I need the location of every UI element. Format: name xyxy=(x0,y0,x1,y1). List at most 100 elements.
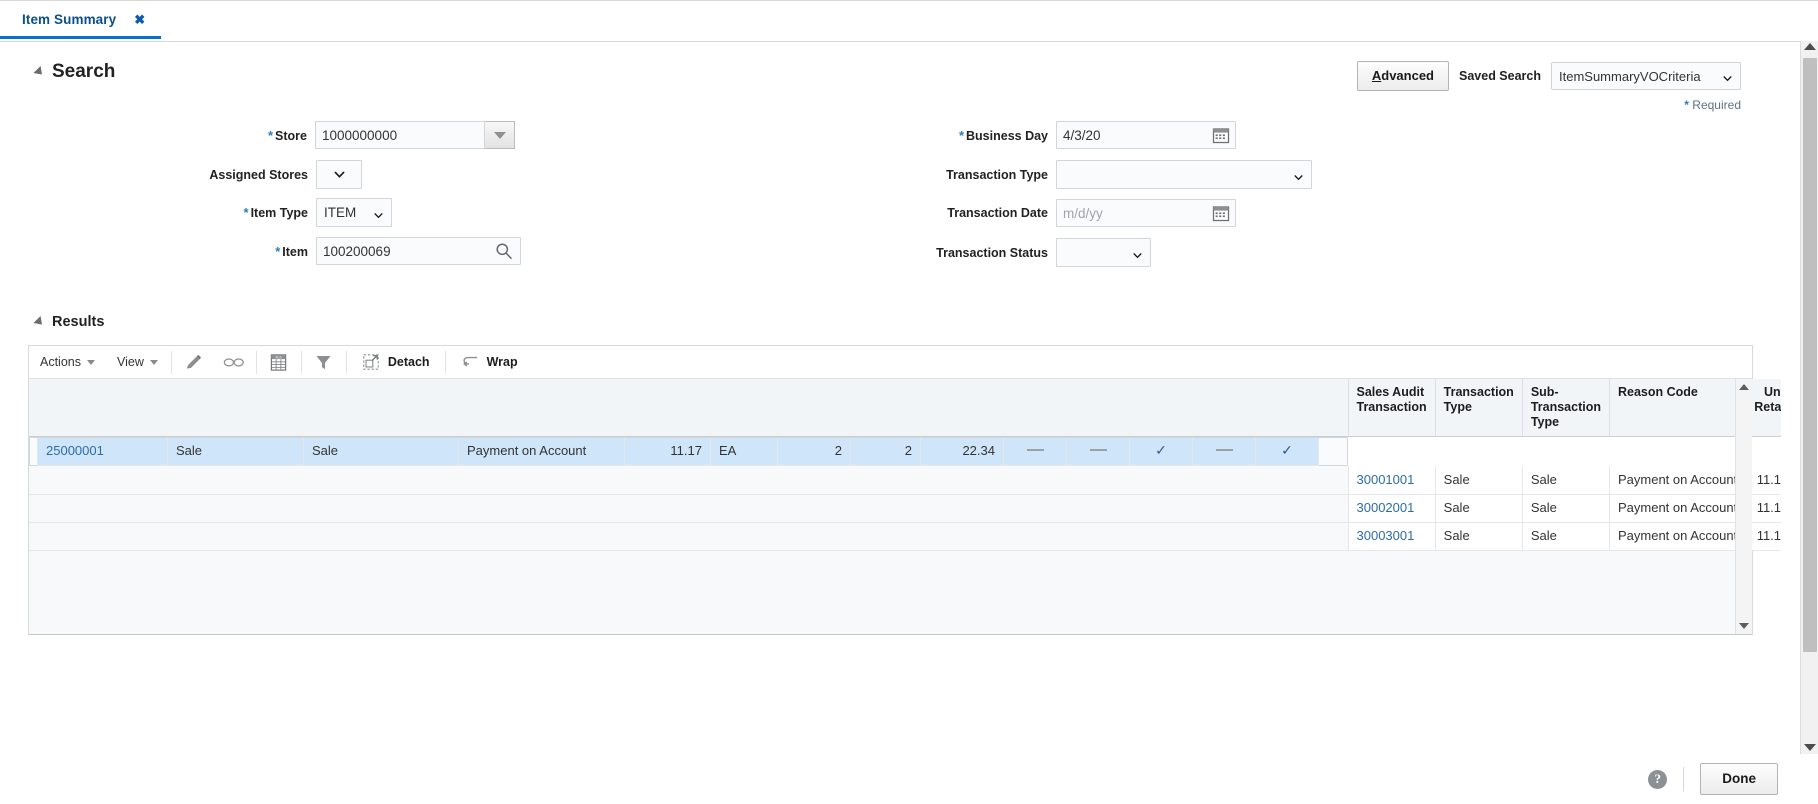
transaction-link-label[interactable]: 25000001 xyxy=(46,443,104,458)
required-asterisk-icon: * xyxy=(243,205,249,220)
search-icon[interactable] xyxy=(495,242,513,260)
advanced-button-rest: dvanced xyxy=(1381,68,1434,83)
table-header-row: Sales Audit Transaction Transaction Type S… xyxy=(29,379,1781,438)
page-content: Search Advanced Saved Search ItemSummary… xyxy=(0,40,1781,754)
required-asterisk-icon: * xyxy=(267,127,274,143)
required-asterisk-icon: * xyxy=(958,127,965,143)
table-cell: Payment on Account xyxy=(1609,494,1747,523)
table-row[interactable]: 30001001SaleSalePayment on Account11.17E… xyxy=(29,466,1781,495)
table-cell: EA xyxy=(711,437,778,466)
table-cell: Sale xyxy=(1435,494,1523,523)
table-cell: 2 xyxy=(778,437,851,466)
help-icon[interactable]: ? xyxy=(1648,769,1668,789)
chevron-down-icon xyxy=(334,171,344,178)
transaction-status-select[interactable] xyxy=(1056,238,1151,267)
scroll-up-button[interactable] xyxy=(1736,379,1752,395)
transaction-link-label[interactable]: 30003001 xyxy=(1357,528,1415,543)
detach-icon xyxy=(363,354,379,370)
required-note: * Required xyxy=(1684,98,1741,112)
page-scroll-down-button[interactable] xyxy=(1801,744,1818,751)
row-selector-cell[interactable] xyxy=(29,466,1349,495)
store-input[interactable]: 1000000000 xyxy=(315,121,485,149)
transaction-link[interactable]: 30001001 xyxy=(1348,466,1436,495)
transaction-link[interactable]: 25000001 xyxy=(38,437,168,466)
results-vertical-scrollbar[interactable] xyxy=(1735,379,1752,634)
field-transaction-type: Transaction Type xyxy=(840,160,1312,189)
transaction-link[interactable]: 30002001 xyxy=(1348,494,1436,523)
filter-button[interactable] xyxy=(304,346,344,378)
view-menu-label: View xyxy=(117,355,144,369)
close-icon[interactable]: ✖ xyxy=(134,13,145,26)
row-selector-header xyxy=(29,379,1349,438)
tab-strip: Item Summary ✖ xyxy=(0,0,1818,42)
page-vertical-scrollbar[interactable] xyxy=(1800,41,1818,754)
business-day-input[interactable]: 4/3/20 xyxy=(1063,128,1101,143)
page-footer: ? Done xyxy=(0,754,1800,804)
triangle-down-icon xyxy=(1804,744,1816,751)
triangle-down-icon xyxy=(87,359,95,365)
wrap-icon xyxy=(462,356,477,367)
toolbar-divider xyxy=(255,350,257,374)
row-selector-cell[interactable] xyxy=(29,522,1349,551)
transaction-link-label[interactable]: 30002001 xyxy=(1357,500,1415,515)
search-section-header[interactable]: Search xyxy=(33,61,116,83)
transaction-link[interactable]: 30003001 xyxy=(1348,522,1436,551)
item-type-select[interactable]: ITEM xyxy=(316,198,392,227)
table-row[interactable]: 25000001 Sale Sale Payment on Account 11.17 E… xyxy=(29,437,1348,467)
page-scroll-thumb[interactable] xyxy=(1803,58,1817,652)
item-input[interactable]: 100200069 xyxy=(323,244,391,259)
scroll-down-button[interactable] xyxy=(1736,618,1752,634)
tab-item-summary-label: Item Summary xyxy=(22,11,117,27)
required-asterisk-icon: * xyxy=(1684,98,1689,112)
column-header[interactable]: Sales Audit Transaction xyxy=(1348,379,1436,438)
page-scroll-up-button[interactable] xyxy=(1801,43,1818,50)
assigned-stores-select[interactable] xyxy=(316,160,362,189)
saved-search-label: Saved Search xyxy=(1459,69,1541,83)
column-header[interactable]: Transaction Type xyxy=(1435,379,1523,438)
table-row[interactable]: 30002001SaleSalePayment on Account11.17E… xyxy=(29,494,1781,523)
calendar-icon[interactable] xyxy=(1212,126,1230,144)
results-table: Sales Audit Transaction Transaction Type S… xyxy=(29,379,1781,551)
actions-menu[interactable]: Actions xyxy=(29,346,106,378)
row-selector-cell[interactable] xyxy=(29,494,1349,523)
column-header[interactable]: Reason Code xyxy=(1609,379,1747,438)
saved-search-value: ItemSummaryVOCriteria xyxy=(1559,68,1701,84)
export-excel-icon: XLS xyxy=(271,353,287,371)
calendar-icon[interactable] xyxy=(1212,204,1230,222)
saved-search-select[interactable]: ItemSummaryVOCriteria xyxy=(1551,62,1741,90)
wrap-button[interactable]: Wrap xyxy=(448,346,531,378)
transaction-link-label[interactable]: 30001001 xyxy=(1357,472,1415,487)
detach-button[interactable]: Detach xyxy=(349,346,443,378)
column-header[interactable]: Sub-Transaction Type xyxy=(1522,379,1610,438)
view-detail-button[interactable] xyxy=(214,346,254,378)
store-dropdown-button[interactable] xyxy=(485,121,515,149)
table-row[interactable]: 30003001SaleSalePayment on Account11.17E… xyxy=(29,522,1781,551)
pencil-icon xyxy=(187,354,202,368)
results-table-body: 25000001 Sale Sale Payment on Account 11.17 E… xyxy=(29,437,1781,551)
tab-item-summary[interactable]: Item Summary ✖ xyxy=(0,2,162,39)
field-store-label: * Store xyxy=(267,127,307,143)
required-asterisk-icon: * xyxy=(275,243,281,259)
toolbar-divider xyxy=(170,350,172,374)
field-item-label: * Item xyxy=(275,243,308,259)
edit-button[interactable] xyxy=(174,346,214,378)
collapse-triangle-icon[interactable] xyxy=(33,315,46,329)
results-section-title: Results xyxy=(52,314,105,330)
chevron-down-icon xyxy=(374,212,383,218)
transaction-date-input[interactable]: m/d/yy xyxy=(1063,206,1103,221)
search-section-title: Search xyxy=(52,61,116,82)
field-item-type-label: * Item Type xyxy=(243,205,308,220)
chevron-down-icon xyxy=(1294,174,1303,180)
transaction-type-select[interactable] xyxy=(1056,160,1312,189)
advanced-button[interactable]: Advanced xyxy=(1356,61,1449,91)
checkmark-icon: ✓ xyxy=(1130,437,1193,466)
field-store: * Store 1000000000 xyxy=(150,121,515,149)
done-button[interactable]: Done xyxy=(1700,763,1778,795)
results-section-header[interactable]: Results xyxy=(33,314,105,330)
results-toolbar: Actions View XLS Detach Wrap xyxy=(29,346,1752,379)
collapse-triangle-icon[interactable] xyxy=(33,65,46,79)
table-cell: 22.34 xyxy=(921,437,1004,466)
view-menu[interactable]: View xyxy=(106,346,169,378)
export-to-excel-button[interactable]: XLS xyxy=(259,346,299,378)
transaction-date-input-wrap: m/d/yy xyxy=(1056,199,1236,227)
